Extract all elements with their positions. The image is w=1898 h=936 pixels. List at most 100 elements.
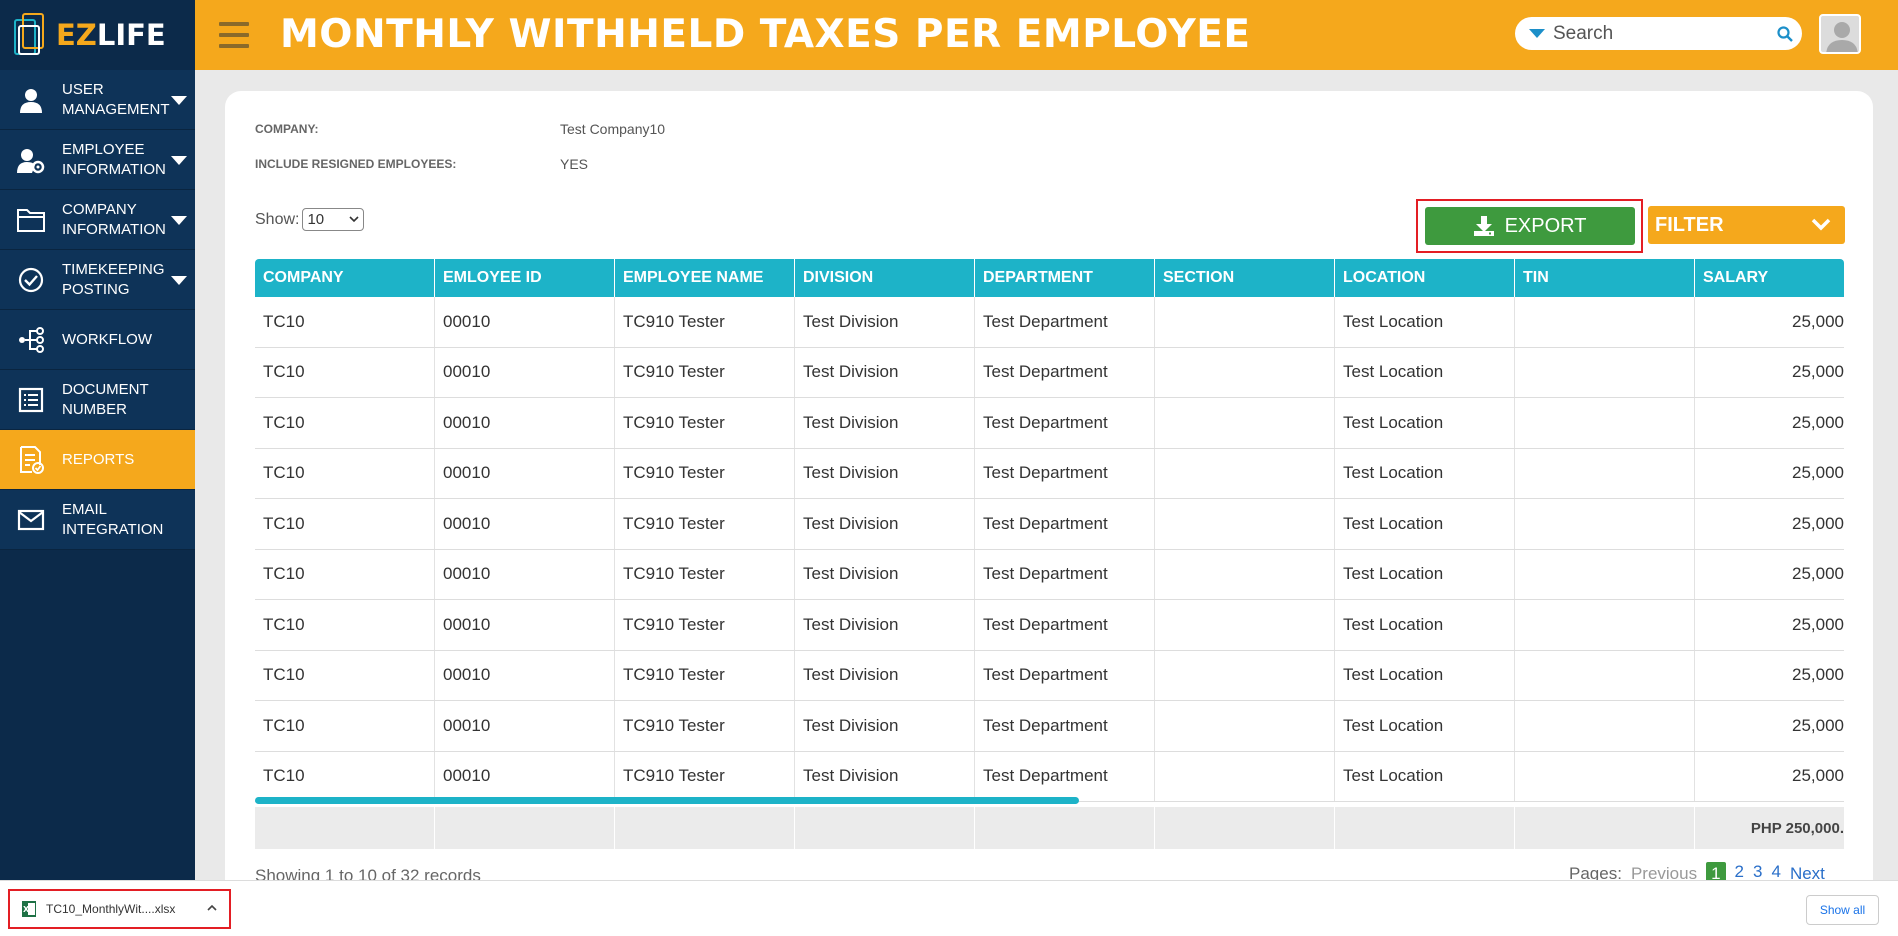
footer-cell: [795, 807, 975, 849]
filter-button[interactable]: FILTER: [1648, 206, 1845, 244]
table-cell: 25,000: [1792, 463, 1844, 483]
table-cell: Test Location: [1335, 448, 1515, 498]
sidebar-item-user-management[interactable]: USER MANAGEMENT: [0, 70, 195, 130]
footer-cell: [1155, 807, 1335, 849]
table-cell: TC910 Tester: [615, 600, 795, 650]
menu-toggle-icon[interactable]: [219, 22, 249, 48]
sidebar-item-workflow[interactable]: WORKFLOW: [0, 310, 195, 370]
table-cell: Test Division: [795, 650, 975, 700]
table-cell: [1515, 549, 1695, 599]
table-cell: 00010: [435, 499, 615, 549]
table-row[interactable]: TC10 00010 TC910 Tester Test Division Test D…: [255, 347, 1844, 398]
download-item[interactable]: X TC10_MonthlyWit....xlsx: [8, 889, 231, 929]
table-cell: 25,000: [1792, 614, 1844, 634]
sidebar-item-label: EMPLOYEE INFORMATION: [62, 140, 166, 178]
table-cell: Test Location: [1335, 650, 1515, 700]
sidebar-item-document-number[interactable]: DOCUMENT NUMBER: [0, 370, 195, 430]
table-cell: [1515, 347, 1695, 397]
column-header[interactable]: EMLOYEE ID: [435, 259, 615, 297]
column-header[interactable]: TIN: [1515, 259, 1695, 297]
table-cell: [1155, 549, 1335, 599]
table-row[interactable]: TC10 00010 TC910 Tester Test Division Test D…: [255, 751, 1844, 802]
caret-down-icon: [171, 216, 187, 225]
table-cell: Test Department: [975, 499, 1155, 549]
table-cell: TC910 Tester: [615, 398, 795, 448]
column-header[interactable]: EMPLOYEE NAME: [615, 259, 795, 297]
top-header: MONTHLY WITHHELD TAXES PER EMPLOYEE: [195, 0, 1898, 70]
table-cell: TC910 Tester: [615, 650, 795, 700]
table-cell: TC910 Tester: [615, 701, 795, 751]
table-cell: 00010: [435, 650, 615, 700]
table-row[interactable]: TC10 00010 TC910 Tester Test Division Test D…: [255, 448, 1844, 499]
sidebar-item-email-integration[interactable]: EMAIL INTEGRATION: [0, 490, 195, 550]
table-cell: Test Department: [975, 398, 1155, 448]
column-header[interactable]: DIVISION: [795, 259, 975, 297]
sidebar-item-company-information[interactable]: COMPANY INFORMATION: [0, 190, 195, 250]
table-cell: Test Division: [795, 600, 975, 650]
table-cell: TC910 Tester: [615, 297, 795, 347]
table-row[interactable]: TC10 00010 TC910 Tester Test Division Test D…: [255, 650, 1844, 701]
excel-file-icon: X: [22, 901, 36, 917]
table-row[interactable]: TC10 00010 TC910 Tester Test Division Test D…: [255, 398, 1844, 449]
column-header[interactable]: DEPARTMENT: [975, 259, 1155, 297]
table-row[interactable]: TC10 00010 TC910 Tester Test Division Test D…: [255, 297, 1844, 348]
table-row[interactable]: TC10 00010 TC910 Tester Test Division Test D…: [255, 499, 1844, 550]
table-row[interactable]: TC10 00010 TC910 Tester Test Division Test D…: [255, 600, 1844, 651]
table-cell: Test Division: [795, 701, 975, 751]
export-label: EXPORT: [1504, 214, 1587, 237]
table-cell: TC10: [255, 297, 435, 347]
footer-cell: [975, 807, 1155, 849]
table-cell: [1155, 448, 1335, 498]
show-all-downloads-button[interactable]: Show all: [1806, 895, 1879, 925]
export-button[interactable]: EXPORT: [1424, 207, 1635, 245]
logo[interactable]: EZLIFE: [0, 0, 195, 70]
table-cell: TC10: [255, 751, 435, 801]
sidebar-item-label: TIMEKEEPING POSTING: [62, 260, 165, 298]
table-cell: TC10: [255, 398, 435, 448]
table-row[interactable]: TC10 00010 TC910 Tester Test Division Test D…: [255, 549, 1844, 600]
table-cell: Test Department: [975, 549, 1155, 599]
table-cell: Test Location: [1335, 297, 1515, 347]
column-header[interactable]: LOCATION: [1335, 259, 1515, 297]
sidebar: EZLIFE USER MANAGEMENT EMPLOYEE INFORMATI…: [0, 0, 195, 936]
table-cell: 25,000: [1792, 564, 1844, 584]
table-cell: 00010: [435, 297, 615, 347]
table-cell: Test Division: [795, 398, 975, 448]
table-cell: 25,000: [1792, 412, 1844, 432]
page-size-control: Show: 10: [255, 208, 365, 231]
caret-down-icon: [171, 96, 187, 105]
search-icon[interactable]: [1776, 25, 1794, 43]
search-scope-caret-icon[interactable]: [1529, 29, 1545, 38]
table-cell: TC10: [255, 448, 435, 498]
sidebar-item-label: USER MANAGEMENT: [62, 80, 170, 118]
sidebar-item-timekeeping-posting[interactable]: TIMEKEEPING POSTING: [0, 250, 195, 310]
table-cell: 25,000: [1792, 715, 1844, 735]
table-cell: Test Division: [795, 549, 975, 599]
chevron-up-icon[interactable]: [207, 904, 217, 912]
table-cell: TC910 Tester: [615, 448, 795, 498]
footer-cell: [1335, 807, 1515, 849]
table-cell: 00010: [435, 448, 615, 498]
table-cell: [1155, 499, 1335, 549]
sidebar-item-reports[interactable]: REPORTS: [0, 430, 195, 490]
column-header[interactable]: SECTION: [1155, 259, 1335, 297]
table-cell: TC10: [255, 701, 435, 751]
table-cell: 25,000: [1792, 311, 1844, 331]
sidebar-item-label: COMPANY INFORMATION: [62, 200, 166, 238]
table-cell: Test Department: [975, 448, 1155, 498]
horizontal-scrollbar[interactable]: [255, 797, 1079, 804]
table-cell: Test Division: [795, 347, 975, 397]
column-header[interactable]: COMPANY: [255, 259, 435, 297]
column-header[interactable]: SALARY: [1695, 259, 1844, 297]
page-size-value: 10: [307, 211, 325, 228]
search-input[interactable]: [1553, 22, 1768, 45]
sidebar-item-employee-information[interactable]: EMPLOYEE INFORMATION: [0, 130, 195, 190]
table-row[interactable]: TC10 00010 TC910 Tester Test Division Test D…: [255, 701, 1844, 752]
logo-life: LIFE: [96, 18, 166, 52]
table-cell: Test Location: [1335, 600, 1515, 650]
avatar[interactable]: [1819, 14, 1861, 54]
company-label: COMPANY:: [255, 122, 319, 136]
page-size-select[interactable]: 10: [302, 208, 365, 231]
report-check-icon: [0, 445, 62, 475]
sidebar-nav: USER MANAGEMENT EMPLOYEE INFORMATION COMPA…: [0, 70, 195, 550]
